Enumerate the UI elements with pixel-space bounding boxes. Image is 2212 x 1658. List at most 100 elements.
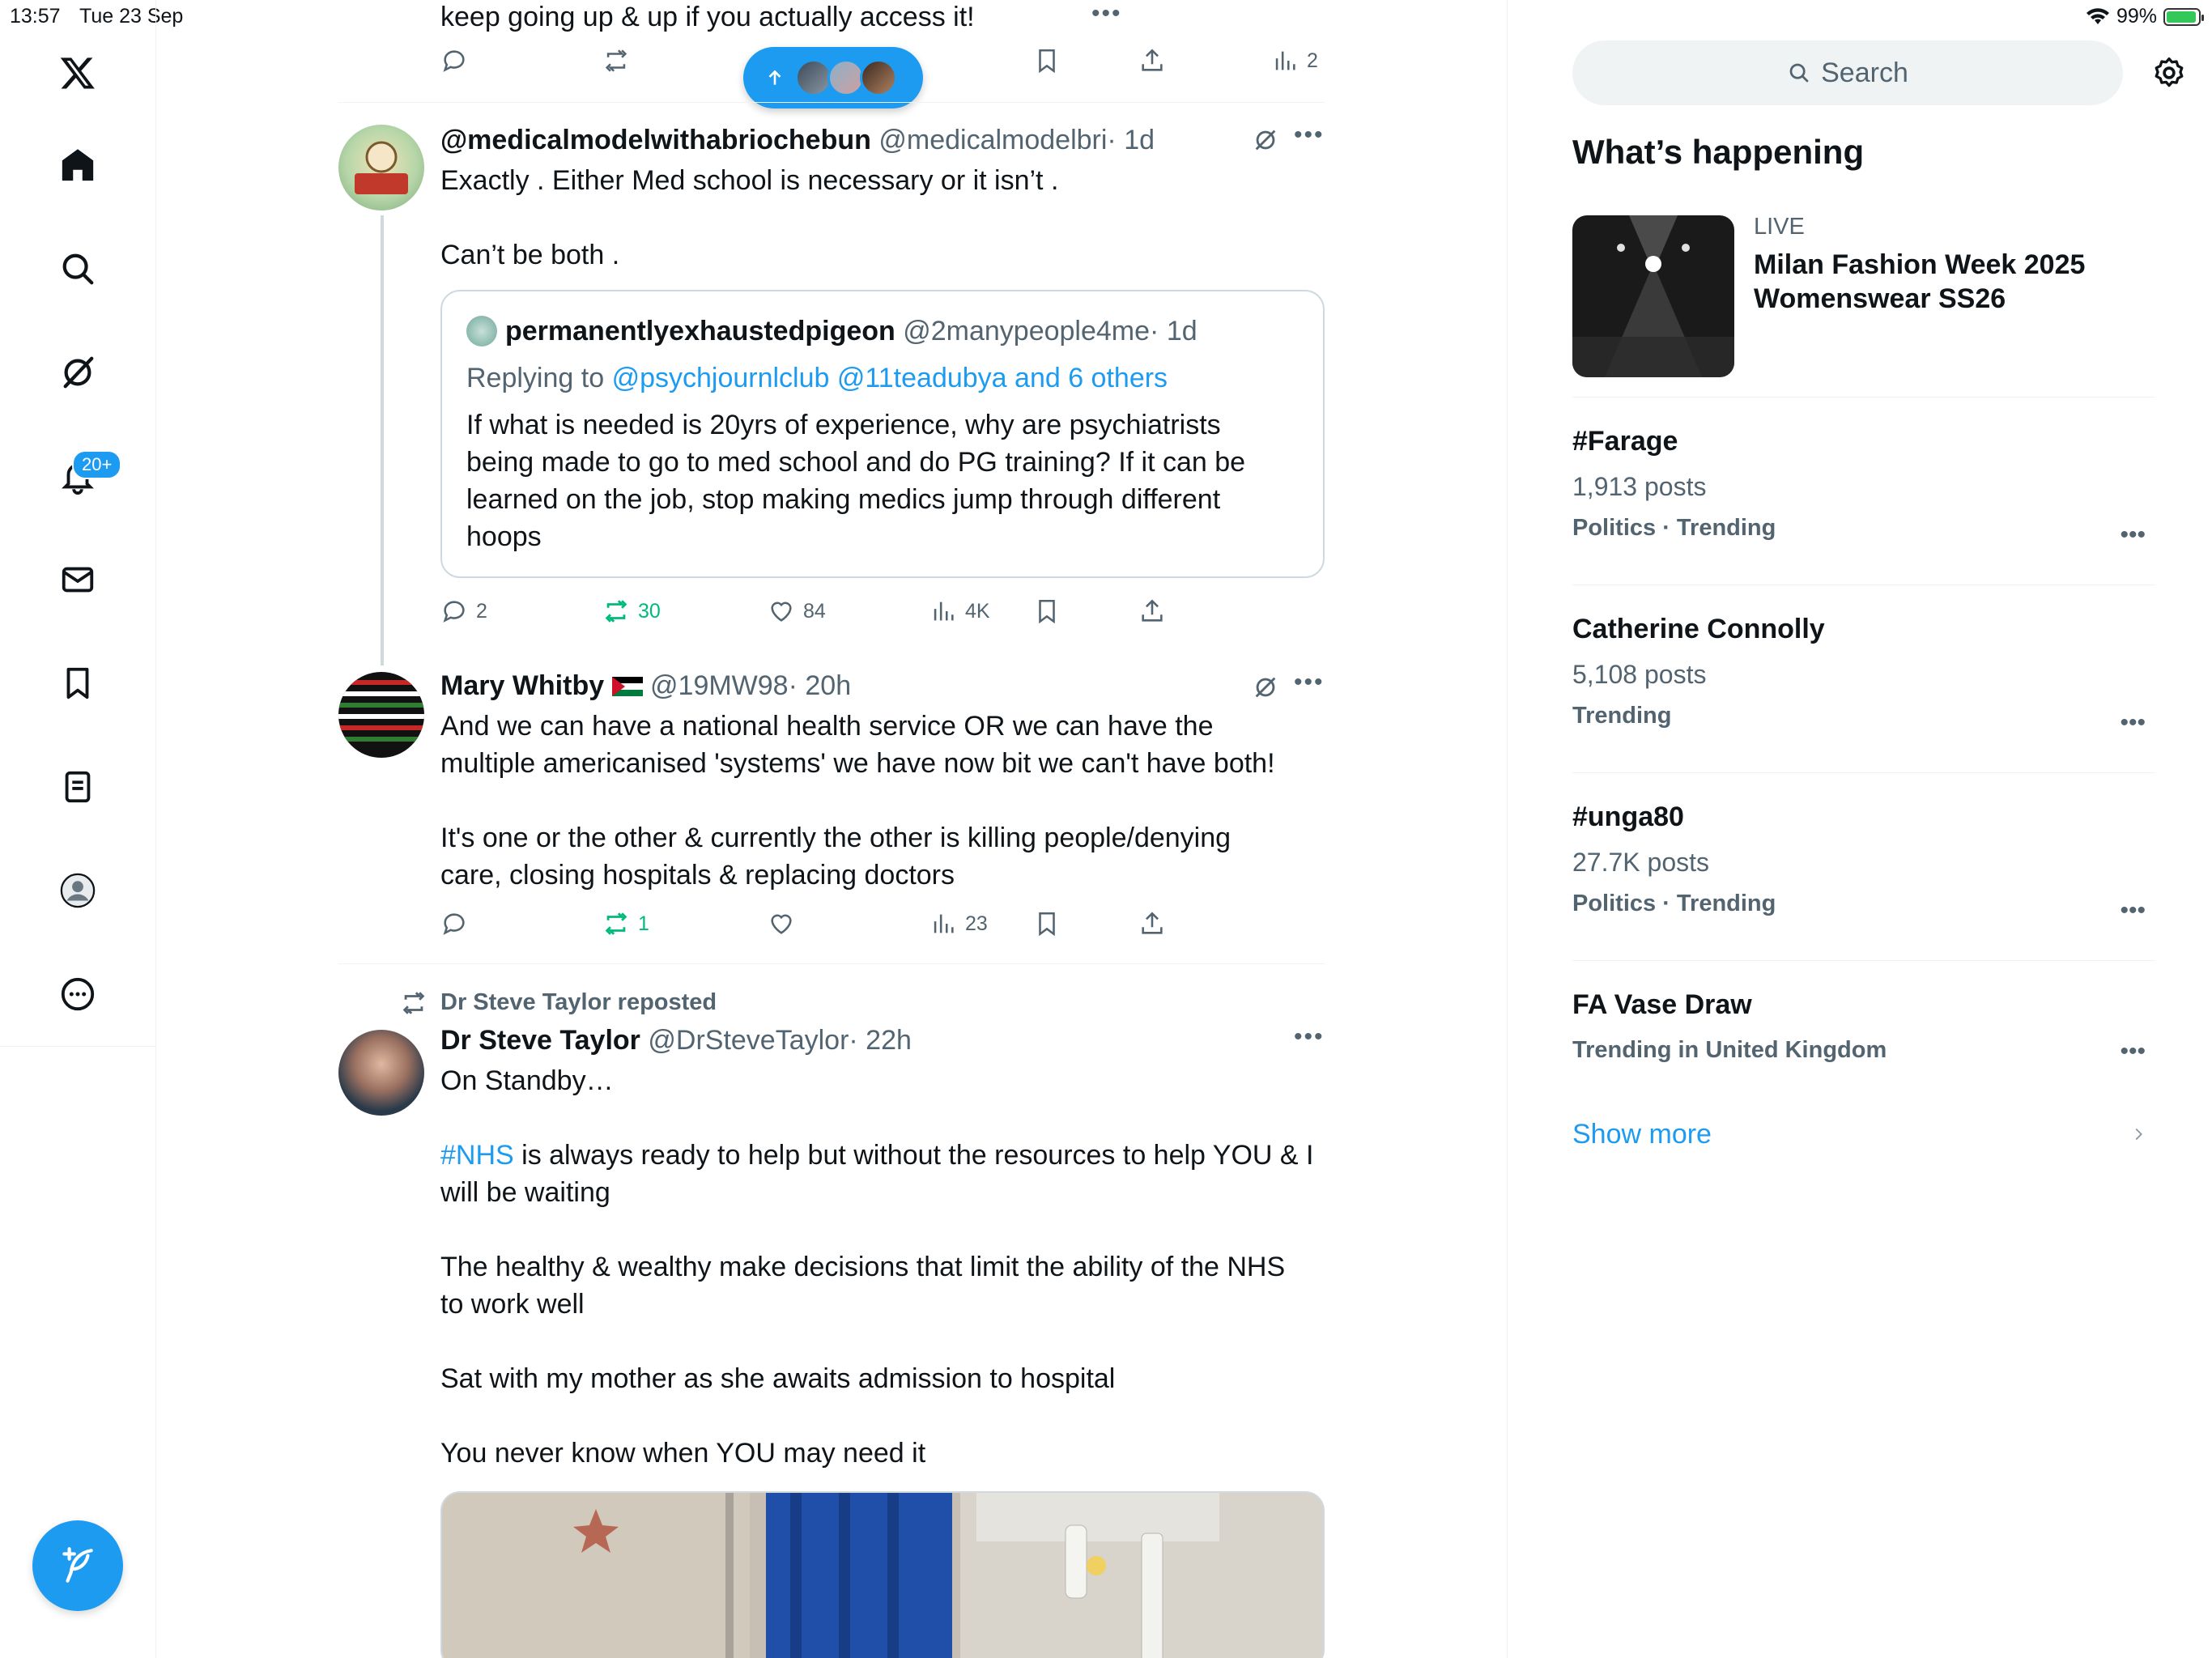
explore-search-icon[interactable]	[53, 244, 102, 293]
compose-post-button[interactable]	[32, 1520, 123, 1611]
post-more-button[interactable]: •••	[1294, 121, 1325, 149]
home-icon[interactable]	[53, 141, 102, 189]
compose-feather-icon	[62, 1547, 93, 1583]
trend-post-count: 27.7K posts	[1572, 848, 1709, 877]
trend-more-button[interactable]: •••	[2120, 1038, 2146, 1065]
repost-count: 30	[638, 599, 661, 623]
avatar[interactable]	[338, 125, 424, 210]
post-media-image[interactable]	[440, 1491, 1325, 1658]
share-upload-icon	[1142, 912, 1163, 934]
post-more-button[interactable]: •••	[1294, 669, 1325, 696]
post-text-line: Exactly . Either Med school is necessary…	[440, 165, 1059, 196]
repost-button[interactable]: 1	[602, 910, 649, 937]
quoted-author-name: permanentlyexhaustedpigeon	[505, 316, 895, 346]
quoted-text-line: learned on the job, stop making medics j…	[466, 484, 1221, 515]
repost-icon	[605, 600, 627, 623]
share-upload-icon	[1142, 599, 1163, 622]
post-time[interactable]: · 1d	[1107, 125, 1155, 155]
post-text-fragment: is always ready to help but without the …	[513, 1140, 1314, 1171]
repost-button[interactable]: 30	[602, 597, 661, 625]
quoted-text-line: hoops	[466, 521, 542, 552]
post-more-button[interactable]: •••	[1091, 0, 1122, 28]
reposted-by-label[interactable]: Dr Steve Taylor reposted	[440, 984, 717, 1021]
views-chart-icon	[934, 602, 954, 621]
share-button[interactable]	[1138, 910, 1166, 937]
trend-item[interactable]: FA Vase Draw Trending in United Kingdom …	[1572, 989, 2155, 1065]
author-name[interactable]: @medicalmodelwithabriochebun	[440, 125, 871, 155]
like-button[interactable]	[768, 910, 795, 937]
reply-bubble-icon	[443, 601, 465, 623]
search-icon	[1789, 63, 1809, 83]
more-options-circle-icon[interactable]	[53, 970, 102, 1018]
post-header: Mary Whitby @19MW98· 20h	[440, 667, 851, 704]
right-sidebar: Search What’s happening LIVE Milan Fashi…	[1572, 0, 2184, 1658]
author-name[interactable]: Mary Whitby	[440, 670, 604, 701]
profile-avatar-icon[interactable]	[53, 866, 102, 915]
quoted-post[interactable]: permanentlyexhaustedpigeon @2manypeople4…	[440, 290, 1325, 578]
new-post-avatar	[860, 59, 897, 96]
post-text-line: #NHS is always ready to help but without…	[440, 1137, 1313, 1174]
hashtag-link[interactable]: #NHS	[440, 1140, 514, 1171]
post-time[interactable]: · 20h	[789, 670, 852, 701]
trend-category: Politics · Trending	[1572, 891, 1776, 916]
post-actions: 2 30 84 4K	[440, 597, 1234, 630]
search-input[interactable]: Search	[1572, 40, 2123, 105]
show-more-label: Show more	[1572, 1119, 1712, 1150]
trend-more-button[interactable]: •••	[2120, 709, 2146, 737]
author-handle[interactable]: @medicalmodelbri	[878, 125, 1107, 155]
post-text-line: Can’t be both .	[440, 240, 620, 270]
repost-icon	[605, 912, 627, 935]
avatar[interactable]	[338, 672, 424, 758]
like-button[interactable]: 84	[768, 597, 826, 625]
post-header: Dr Steve Taylor @DrSteveTaylor· 22h	[440, 1022, 912, 1059]
reply-button[interactable]	[440, 910, 468, 937]
reply-button[interactable]: 2	[440, 597, 487, 625]
whats-happening-title: What’s happening	[1572, 133, 1865, 171]
trend-divider	[1572, 772, 2155, 773]
repost-button[interactable]	[602, 47, 630, 74]
post-time[interactable]: · 22h	[849, 1025, 912, 1056]
replying-to-users[interactable]: @psychjournlclub @11teadubya and 6 other…	[612, 363, 1168, 393]
new-posts-pill[interactable]	[743, 47, 923, 108]
notifications-badge: 20+	[72, 450, 122, 479]
trend-more-button[interactable]: •••	[2120, 521, 2146, 549]
views-button[interactable]: 23	[929, 910, 988, 937]
show-more-link[interactable]: Show more	[1572, 1119, 2155, 1150]
views-count-label: 2	[1307, 49, 1318, 72]
reply-button[interactable]	[440, 47, 468, 74]
author-handle[interactable]: @DrSteveTaylor	[648, 1025, 849, 1056]
share-button[interactable]	[1138, 47, 1166, 74]
messages-envelope-icon[interactable]	[53, 555, 102, 604]
bookmark-button[interactable]	[1033, 597, 1061, 625]
views-count[interactable]: 2	[1271, 47, 1318, 74]
post-text-line: And we can have a national health servic…	[440, 711, 1214, 742]
x-logo-icon[interactable]	[53, 49, 102, 97]
quoted-text-line: If what is needed is 20yrs of experience…	[466, 410, 1221, 440]
trend-item[interactable]: #Farage 1,913 posts Politics · Trending …	[1572, 426, 2155, 548]
author-handle[interactable]: @19MW98	[650, 670, 789, 701]
trend-item[interactable]: Catherine Connolly 5,108 posts Trending …	[1572, 614, 2155, 736]
trend-more-button[interactable]: •••	[2120, 897, 2146, 925]
bookmark-button[interactable]	[1033, 47, 1061, 74]
trend-item[interactable]: #unga80 27.7K posts Politics · Trending …	[1572, 801, 2155, 924]
bookmark-button[interactable]	[1033, 910, 1061, 937]
bookmark-icon	[1039, 912, 1055, 937]
share-button[interactable]	[1138, 597, 1166, 625]
author-name[interactable]: Dr Steve Taylor	[440, 1025, 640, 1056]
settings-gear-icon[interactable]	[2151, 55, 2187, 91]
live-event-thumbnail[interactable]	[1572, 215, 1734, 377]
views-button[interactable]: 4K	[929, 597, 990, 625]
live-event-title[interactable]: Milan Fashion Week 2025 Womenswear SS26	[1754, 248, 2085, 316]
bookmarks-icon[interactable]	[53, 659, 102, 708]
grok-icon[interactable]	[1252, 674, 1279, 701]
avatar[interactable]	[338, 1030, 424, 1116]
post-text-line: On Standby…	[440, 1065, 614, 1096]
grok-icon[interactable]	[53, 348, 102, 397]
live-label: LIVE	[1754, 214, 1805, 240]
trend-category: Trending in United Kingdom	[1572, 1037, 1887, 1063]
post-more-button[interactable]: •••	[1294, 1023, 1325, 1051]
repost-icon	[605, 49, 627, 72]
lists-icon[interactable]	[53, 763, 102, 811]
trend-post-count: 5,108 posts	[1572, 660, 1707, 689]
grok-icon[interactable]	[1252, 126, 1279, 154]
